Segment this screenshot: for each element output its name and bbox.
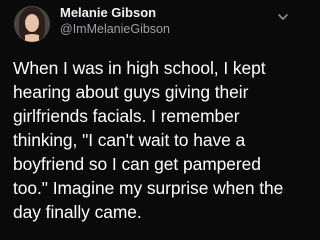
tweet-card: Melanie Gibson @ImMelanieGibson When I w… (0, 0, 300, 240)
tweet-text: When I was in high school, I kept hearin… (13, 58, 284, 222)
display-name[interactable]: Melanie Gibson (60, 5, 260, 21)
user-info: Melanie Gibson @ImMelanieGibson (60, 5, 260, 38)
user-handle[interactable]: @ImMelanieGibson (60, 21, 260, 38)
chevron-down-icon[interactable] (276, 10, 290, 24)
profile-photo-icon (14, 6, 50, 42)
avatar[interactable] (14, 6, 50, 42)
